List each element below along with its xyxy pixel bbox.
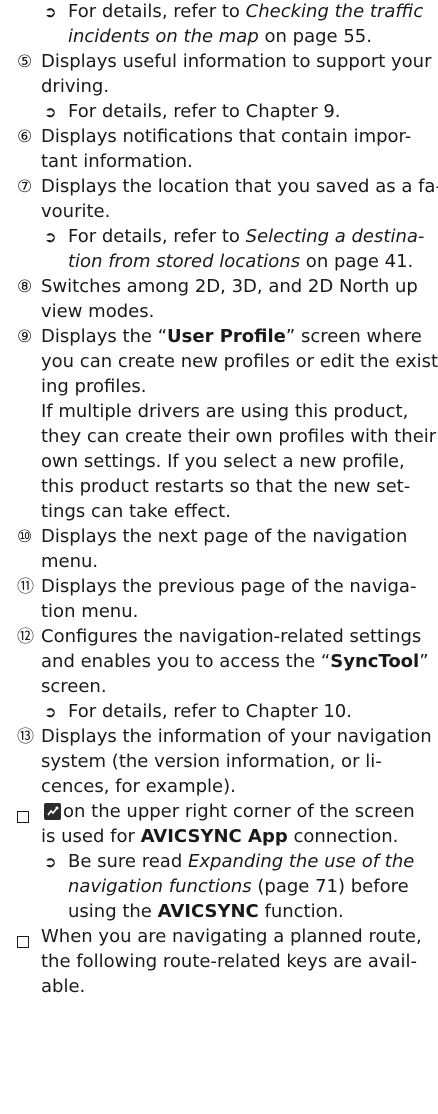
- item-text: Configures the navigation-related settin…: [41, 626, 422, 647]
- item-text: ing profiles.: [41, 376, 147, 397]
- manual-page: ➲ For details, refer to Checking the tra…: [0, 0, 438, 1114]
- item-text: this product restarts so that the new se…: [41, 476, 411, 497]
- note-text: is used for AVICSYNC App connection.: [41, 826, 399, 847]
- item-text: tion menu.: [41, 601, 139, 622]
- item-text: Displays useful information to support y…: [41, 51, 432, 72]
- item-text: Displays the next page of the navigation: [41, 526, 408, 547]
- reference-line: Be sure read Expanding the use of the: [68, 851, 415, 872]
- item-text: cences, for example).: [41, 776, 236, 797]
- item-text: If multiple drivers are using this produ…: [41, 401, 409, 422]
- item-number-6: ⑥: [17, 127, 33, 147]
- reference-arrow-icon: ➲: [44, 103, 57, 121]
- reference-line: using the AVICSYNC function.: [68, 901, 344, 922]
- item-text: Switches among 2D, 3D, and 2D North up: [41, 276, 418, 297]
- item-text: and enables you to access the “SyncTool”: [41, 651, 429, 672]
- item-text: driving.: [41, 76, 110, 97]
- item-text: they can create their own profiles with …: [41, 426, 437, 447]
- item-text: tings can take effect.: [41, 501, 231, 522]
- reference-line: For details, refer to Chapter 10.: [68, 701, 352, 722]
- item-text: you can create new profiles or edit the …: [41, 351, 438, 372]
- reference-arrow-icon: ➲: [44, 228, 57, 246]
- item-text: Displays notifications that contain impo…: [41, 126, 412, 147]
- note-text: on the upper right corner of the screen: [63, 801, 415, 822]
- item-text: screen.: [41, 676, 107, 697]
- item-text: Displays the “User Profile” screen where: [41, 326, 422, 347]
- reference-arrow-icon: ➲: [44, 3, 57, 21]
- reference-arrow-icon: ➲: [44, 703, 57, 721]
- reference-line: For details, refer to Selecting a destin…: [68, 226, 425, 247]
- item-text: vourite.: [41, 201, 111, 222]
- item-text: system (the version information, or li-: [41, 751, 382, 772]
- note-checkbox-icon: [17, 806, 29, 831]
- item-number-13: ⑬: [17, 727, 34, 747]
- item-number-5: ⑤: [17, 52, 33, 72]
- note-text: able.: [41, 976, 86, 997]
- note-checkbox-icon: [17, 931, 29, 956]
- item-text: tant information.: [41, 151, 193, 172]
- note-text: the following route-related keys are ava…: [41, 951, 417, 972]
- item-number-7: ⑦: [17, 177, 33, 197]
- reference-line: For details, refer to Checking the traff…: [68, 1, 424, 22]
- item-number-11: ⑪: [17, 577, 34, 597]
- note-text: When you are navigating a planned route,: [41, 926, 422, 947]
- reference-line: For details, refer to Chapter 9.: [68, 101, 341, 122]
- item-text: Displays the information of your navigat…: [41, 726, 432, 747]
- item-text: own settings. If you select a new profil…: [41, 451, 405, 472]
- item-number-9: ⑨: [17, 327, 33, 347]
- item-text: menu.: [41, 551, 99, 572]
- item-number-12: ⑫: [17, 627, 34, 647]
- reference-line: navigation functions (page 71) before: [68, 876, 409, 897]
- avicsync-icon-glyph: [47, 806, 59, 816]
- item-text: Displays the location that you saved as …: [41, 176, 438, 197]
- reference-line: incidents on the map on page 55.: [68, 26, 372, 47]
- item-number-8: ⑧: [17, 277, 33, 297]
- avicsync-connection-icon: [44, 803, 61, 820]
- reference-line: tion from stored locations on page 41.: [68, 251, 414, 272]
- reference-arrow-icon: ➲: [44, 853, 57, 871]
- item-text: Displays the previous page of the naviga…: [41, 576, 417, 597]
- item-number-10: ⑩: [17, 527, 33, 547]
- item-text: view modes.: [41, 301, 155, 322]
